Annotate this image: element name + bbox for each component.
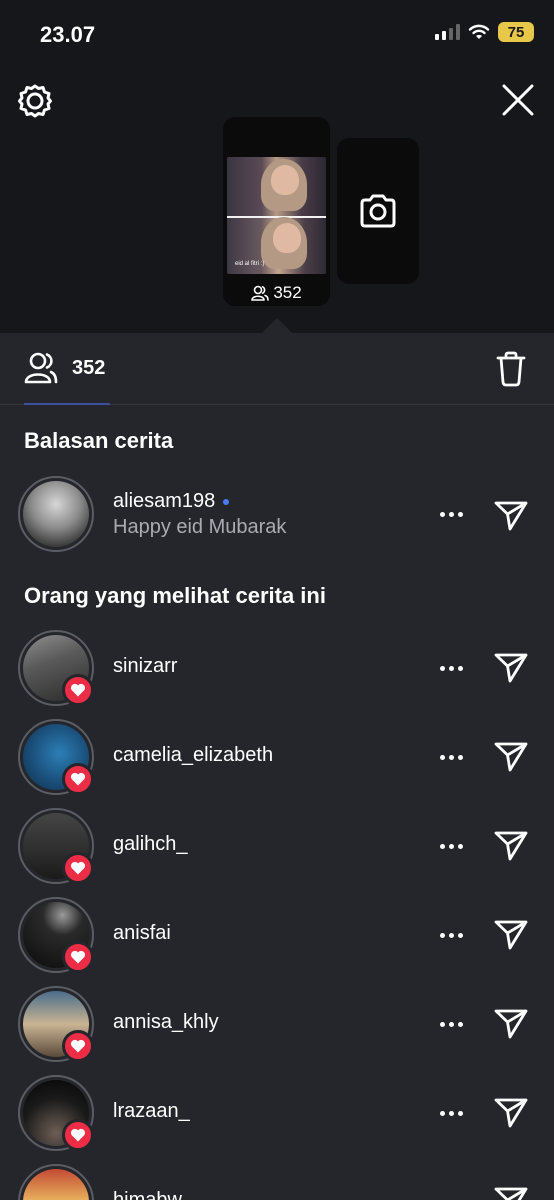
story-caption: eid al fitri :) [235,261,265,267]
online-indicator [223,498,230,505]
send-icon [494,1098,528,1128]
story-image [227,157,326,274]
viewer-row[interactable]: lrazaan_ [0,1075,554,1155]
send-icon [494,742,528,772]
more-options-button[interactable] [440,666,463,671]
tab-viewers-count: 352 [72,356,106,379]
send-icon [494,920,528,950]
send-button[interactable] [494,500,528,537]
heart-icon [70,950,86,964]
heart-icon [70,1039,86,1053]
heart-badge [62,674,94,706]
send-button[interactable] [494,741,528,778]
send-icon [494,831,528,861]
replies-section-title: Balasan cerita [24,428,174,453]
viewer-row[interactable]: sinizarr [0,630,554,710]
heart-badge [62,1119,94,1151]
people-icon [24,352,58,384]
tab-underline [24,403,110,405]
send-button[interactable] [494,830,528,867]
more-options-button[interactable] [440,933,463,938]
signal-icon [435,24,460,40]
viewer-row[interactable]: camelia_elizabeth [0,719,554,799]
more-options-button[interactable] [440,755,463,760]
viewers-section-title: Orang yang melihat cerita ini [24,583,326,608]
more-options-button[interactable] [440,1022,463,1027]
send-button[interactable] [494,919,528,956]
delete-story-button[interactable] [496,351,526,392]
story-viewer-count: 352 [223,283,330,303]
heart-badge [62,763,94,795]
reply-username[interactable]: aliesam198 [113,490,230,513]
more-options-button[interactable] [440,1111,463,1116]
heart-badge [62,1030,94,1062]
viewer-username[interactable]: lrazaan_ [113,1100,190,1123]
thumbnail-pointer [261,318,293,334]
reply-row[interactable]: aliesam198 Happy eid Mubarak [0,476,554,556]
more-options-button[interactable] [440,512,463,517]
people-icon [251,285,270,301]
avatar[interactable] [18,1164,94,1200]
heart-icon [70,683,86,697]
heart-icon [70,1128,86,1142]
viewer-username[interactable]: anisfai [113,922,171,945]
send-button[interactable] [494,1008,528,1045]
story-thumbnail[interactable]: eid al fitri :) 352 [223,117,330,306]
send-icon [494,653,528,683]
heart-icon [70,772,86,786]
reply-message: Happy eid Mubarak [113,516,287,538]
close-icon [502,84,534,116]
status-time: 23.07 [40,22,96,47]
add-story-button[interactable] [337,138,419,284]
trash-icon [496,351,526,387]
heart-badge [62,941,94,973]
send-icon [494,1187,528,1200]
viewer-row[interactable]: himabw [0,1164,554,1200]
avatar[interactable] [18,476,94,552]
gear-icon [18,84,52,118]
viewer-username[interactable]: himabw [113,1189,182,1200]
viewer-row[interactable]: galihch_ [0,808,554,888]
camera-icon [360,194,396,228]
status-indicators: 75 [435,22,534,42]
send-button[interactable] [494,1097,528,1134]
viewer-username[interactable]: galihch_ [113,833,188,856]
viewer-row[interactable]: annisa_khly [0,986,554,1066]
close-button[interactable] [500,82,536,118]
tab-viewers[interactable]: 352 [24,351,105,385]
viewer-username[interactable]: sinizarr [113,655,177,678]
battery-level: 75 [498,22,534,42]
send-icon [494,501,528,531]
heart-badge [62,852,94,884]
viewer-row[interactable]: anisfai [0,897,554,977]
viewer-username[interactable]: annisa_khly [113,1011,219,1034]
wifi-icon [468,24,490,39]
send-button[interactable] [494,652,528,689]
send-icon [494,1009,528,1039]
settings-button[interactable] [16,82,54,120]
story-viewer-count-text: 352 [273,283,302,302]
story-header: 23.07 75 eid al fitri :) 352 [0,0,554,334]
heart-icon [70,861,86,875]
viewer-tabs: 352 [0,333,554,405]
more-options-button[interactable] [440,844,463,849]
send-button[interactable] [494,1186,528,1200]
viewer-username[interactable]: camelia_elizabeth [113,744,273,767]
reply-username-text: aliesam198 [113,490,216,512]
